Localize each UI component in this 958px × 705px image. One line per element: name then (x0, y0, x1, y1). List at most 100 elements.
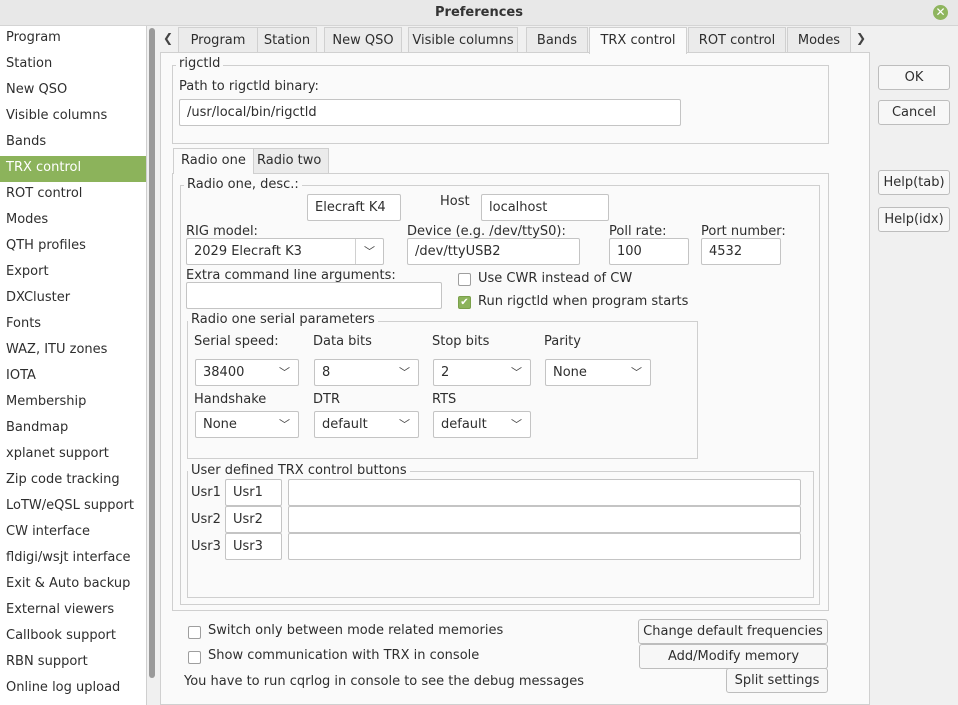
tab-scroll-left-icon[interactable]: ❮ (160, 26, 176, 52)
device-input[interactable]: /dev/ttyUSB2 (407, 238, 580, 265)
sidebar-item-online-log-upload[interactable]: Online log upload (0, 676, 146, 702)
show-comm-label: Show communication with TRX in console (208, 648, 480, 663)
title-bar: Preferences ✕ (0, 0, 958, 26)
chevron-down-icon: ﹀ (355, 239, 383, 264)
parity-label: Parity (544, 334, 581, 349)
data-bits-select[interactable]: 8 ﹀ (314, 359, 419, 386)
cancel-button[interactable]: Cancel (878, 100, 950, 125)
usr3-name-input[interactable]: Usr3 (225, 533, 282, 560)
rigctld-path-input[interactable]: /usr/local/bin/rigctld (179, 99, 681, 126)
sidebar-item-rbn-support[interactable]: RBN support (0, 650, 146, 676)
sidebar-item-trx-control[interactable]: TRX control (0, 156, 146, 182)
host-label: Host (440, 194, 470, 209)
tab-station[interactable]: Station (257, 27, 317, 53)
sidebar-item-cw-interface[interactable]: CW interface (0, 520, 146, 546)
dtr-select[interactable]: default ﹀ (314, 411, 419, 438)
rigctld-group-title: rigctld (176, 56, 224, 71)
close-icon[interactable]: ✕ (933, 5, 948, 20)
sidebar-item-bands[interactable]: Bands (0, 130, 146, 156)
radio-desc-input[interactable]: Elecraft K4 (307, 194, 401, 221)
tab-modes[interactable]: Modes (787, 27, 851, 53)
sidebar-item-exit-auto-backup[interactable]: Exit & Auto backup (0, 572, 146, 598)
sidebar-item-fldigi-wsjt-interface[interactable]: fldigi/wsjt interface (0, 546, 146, 572)
dtr-value: default (322, 417, 368, 432)
sidebar-item-export[interactable]: Export (0, 260, 146, 286)
host-input[interactable]: localhost (481, 194, 609, 221)
sidebar-item-dxcluster[interactable]: DXCluster (0, 286, 146, 312)
serial-speed-select[interactable]: 38400 ﹀ (195, 359, 299, 386)
usr1-label: Usr1 (191, 485, 221, 500)
extra-args-input[interactable] (186, 282, 442, 309)
sidebar-item-external-viewers[interactable]: External viewers (0, 598, 146, 624)
sidebar: Program Station New QSO Visible columns Band… (0, 26, 147, 705)
tab-program[interactable]: Program (178, 27, 258, 53)
sidebar-item-zip-code-tracking[interactable]: Zip code tracking (0, 468, 146, 494)
chevron-down-icon: ﹀ (399, 366, 410, 379)
sidebar-item-station[interactable]: Station (0, 52, 146, 78)
rts-select[interactable]: default ﹀ (433, 411, 531, 438)
change-default-frequencies-button[interactable]: Change default frequencies (638, 619, 828, 644)
handshake-select[interactable]: None ﹀ (195, 411, 299, 438)
device-label: Device (e.g. /dev/ttyS0): (407, 224, 566, 239)
poll-rate-label: Poll rate: (609, 224, 667, 239)
use-cwr-label: Use CWR instead of CW (478, 271, 633, 286)
tab-trx-control[interactable]: TRX control (589, 27, 687, 54)
add-modify-memory-button[interactable]: Add/Modify memory (639, 644, 828, 669)
sidebar-item-waz-itu-zones[interactable]: WAZ, ITU zones (0, 338, 146, 364)
tab-visible-columns[interactable]: Visible columns (408, 27, 518, 53)
serial-params-title: Radio one serial parameters (188, 312, 378, 327)
handshake-label: Handshake (194, 392, 267, 407)
switch-memories-checkbox[interactable] (188, 626, 201, 639)
port-number-label: Port number: (701, 224, 786, 239)
rig-model-select[interactable]: 2029 Elecraft K3 ﹀ (186, 238, 384, 265)
split-settings-button[interactable]: Split settings (726, 668, 828, 693)
path-label: Path to rigctld binary: (179, 79, 319, 94)
chevron-down-icon: ﹀ (631, 366, 642, 379)
sidebar-item-callbook-support[interactable]: Callbook support (0, 624, 146, 650)
sidebar-item-modes[interactable]: Modes (0, 208, 146, 234)
radio-one-group-title: Radio one, desc.: (184, 177, 302, 192)
poll-rate-input[interactable]: 100 (609, 238, 689, 265)
sidebar-item-rot-control[interactable]: ROT control (0, 182, 146, 208)
show-comm-checkbox[interactable] (188, 651, 201, 664)
serial-speed-value: 38400 (203, 365, 245, 380)
usr2-name-input[interactable]: Usr2 (225, 506, 282, 533)
ok-button[interactable]: OK (878, 65, 950, 90)
usr1-name-input[interactable]: Usr1 (225, 479, 282, 506)
sidebar-item-lotw-eqsl-support[interactable]: LoTW/eQSL support (0, 494, 146, 520)
usr3-label: Usr3 (191, 539, 221, 554)
chevron-down-icon: ﹀ (399, 418, 410, 431)
tab-radio-one[interactable]: Radio one (173, 148, 254, 174)
port-number-input[interactable]: 4532 (701, 238, 781, 265)
chevron-down-icon: ﹀ (511, 418, 522, 431)
tab-new-qso[interactable]: New QSO (324, 27, 402, 53)
tab-bands[interactable]: Bands (526, 27, 588, 53)
parity-select[interactable]: None ﹀ (545, 359, 651, 386)
sidebar-item-bandmap[interactable]: Bandmap (0, 416, 146, 442)
use-cwr-checkbox[interactable] (458, 273, 471, 286)
sidebar-item-xplanet-support[interactable]: xplanet support (0, 442, 146, 468)
run-rigctld-checkbox[interactable]: ✔ (458, 296, 471, 309)
help-idx-button[interactable]: Help(idx) (878, 207, 950, 232)
sidebar-item-new-qso[interactable]: New QSO (0, 78, 146, 104)
sidebar-item-fonts[interactable]: Fonts (0, 312, 146, 338)
tab-radio-two[interactable]: Radio two (249, 148, 330, 174)
help-tab-button[interactable]: Help(tab) (878, 170, 950, 195)
tab-scroll-right-icon[interactable]: ❯ (853, 26, 869, 52)
usr1-command-input[interactable] (288, 479, 801, 506)
sidebar-item-qth-profiles[interactable]: QTH profiles (0, 234, 146, 260)
trx-control-panel: rigctld Path to rigctld binary: /usr/loc… (160, 52, 870, 705)
sidebar-item-visible-columns[interactable]: Visible columns (0, 104, 146, 130)
sidebar-item-program[interactable]: Program (0, 26, 146, 52)
rig-model-label: RIG model: (186, 224, 258, 239)
stop-bits-select[interactable]: 2 ﹀ (433, 359, 531, 386)
tab-rot-control[interactable]: ROT control (688, 27, 786, 53)
sidebar-scrollbar[interactable] (149, 28, 155, 678)
sidebar-item-iota[interactable]: IOTA (0, 364, 146, 390)
sidebar-item-membership[interactable]: Membership (0, 390, 146, 416)
user-buttons-title: User defined TRX control buttons (188, 463, 410, 478)
usr3-command-input[interactable] (288, 533, 801, 560)
dtr-label: DTR (313, 392, 340, 407)
usr2-command-input[interactable] (288, 506, 801, 533)
extra-args-label: Extra command line arguments: (186, 268, 396, 283)
